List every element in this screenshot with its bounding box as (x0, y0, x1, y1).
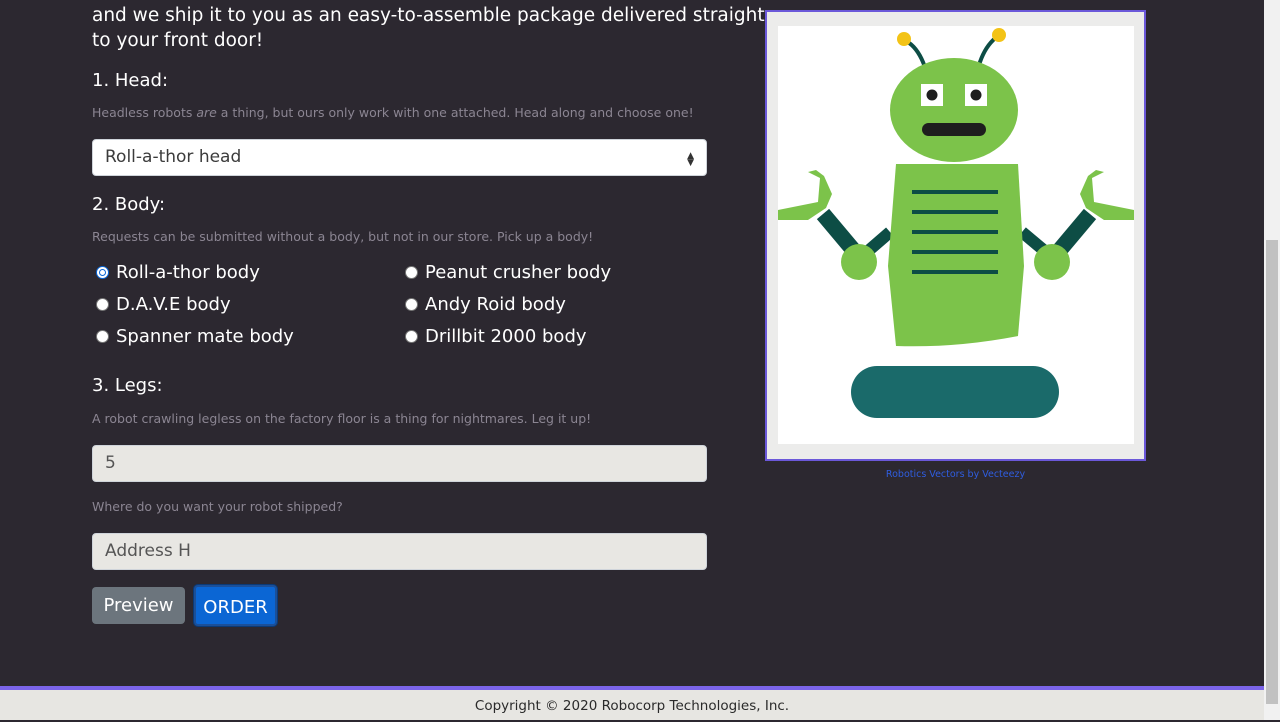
scrollbar-thumb[interactable] (1266, 240, 1278, 704)
head-hint-post: a thing, but ours only work with one att… (216, 105, 694, 120)
body-option-label: D.A.V.E body (116, 294, 231, 315)
robot-preview (765, 10, 1146, 461)
legs-title: 3. Legs: (92, 375, 163, 396)
intro-line-1: and we ship it to you as an easy-to-asse… (92, 5, 765, 26)
legs-input[interactable]: 5 (92, 445, 707, 482)
copyright-text: Copyright © 2020 Robocorp Technologies, … (474, 698, 790, 714)
body-option-roll-a-thor[interactable]: Roll-a-thor body (96, 262, 260, 283)
body-option-label: Andy Roid body (425, 294, 566, 315)
robot-image (778, 26, 1134, 444)
head-select[interactable]: Roll-a-thor head ▲ ▼ (92, 139, 707, 176)
robot-head (890, 58, 1018, 162)
radio-button[interactable] (405, 298, 418, 311)
image-credit-link[interactable]: Robotics Vectors by Vecteezy (765, 469, 1146, 480)
address-input[interactable]: Address H (92, 533, 707, 570)
body-hint: Requests can be submitted without a body… (92, 229, 594, 244)
left-antenna-tip (897, 32, 911, 46)
head-title: 1. Head: (92, 70, 169, 91)
right-antenna-tip (992, 28, 1006, 42)
intro-line-2: to your front door! (92, 30, 264, 51)
body-option-andy-roid[interactable]: Andy Roid body (405, 294, 566, 315)
body-option-drillbit-2000[interactable]: Drillbit 2000 body (405, 326, 587, 347)
body-option-peanut-crusher[interactable]: Peanut crusher body (405, 262, 611, 283)
body-option-label: Peanut crusher body (425, 262, 612, 283)
radio-button[interactable] (405, 330, 418, 343)
left-claw (778, 170, 832, 220)
body-option-label: Drillbit 2000 body (425, 326, 587, 347)
footer: Copyright © 2020 Robocorp Technologies, … (0, 690, 1264, 720)
head-select-value: Roll-a-thor head (105, 147, 242, 167)
order-button[interactable]: ORDER (194, 585, 277, 626)
left-pupil (926, 89, 938, 101)
body-option-label: Roll-a-thor body (116, 262, 260, 283)
page-scrollbar[interactable] (1264, 0, 1280, 720)
preview-button[interactable]: Preview (92, 587, 185, 624)
body-title: 2. Body: (92, 194, 166, 215)
address-hint: Where do you want your robot shipped? (92, 499, 343, 514)
head-hint-pre: Headless robots (92, 105, 197, 120)
right-elbow (1034, 244, 1070, 280)
radio-button[interactable] (96, 330, 109, 343)
radio-button-checked[interactable] (96, 266, 109, 279)
body-option-spanner-mate[interactable]: Spanner mate body (96, 326, 294, 347)
head-hint: Headless robots are a thing, but ours on… (92, 105, 694, 120)
order-page: and we ship it to you as an easy-to-asse… (0, 0, 1264, 720)
robot-illustration (778, 28, 1134, 418)
legs-hint: A robot crawling legless on the factory … (92, 411, 592, 426)
head-hint-em: are (196, 105, 217, 120)
radio-button[interactable] (405, 266, 418, 279)
right-pupil (970, 89, 982, 101)
body-option-label: Spanner mate body (116, 326, 294, 347)
body-option-dave[interactable]: D.A.V.E body (96, 294, 231, 315)
robot-wheel-base (851, 366, 1059, 418)
left-elbow (841, 244, 877, 280)
robot-mouth (922, 123, 986, 136)
radio-button[interactable] (96, 298, 109, 311)
